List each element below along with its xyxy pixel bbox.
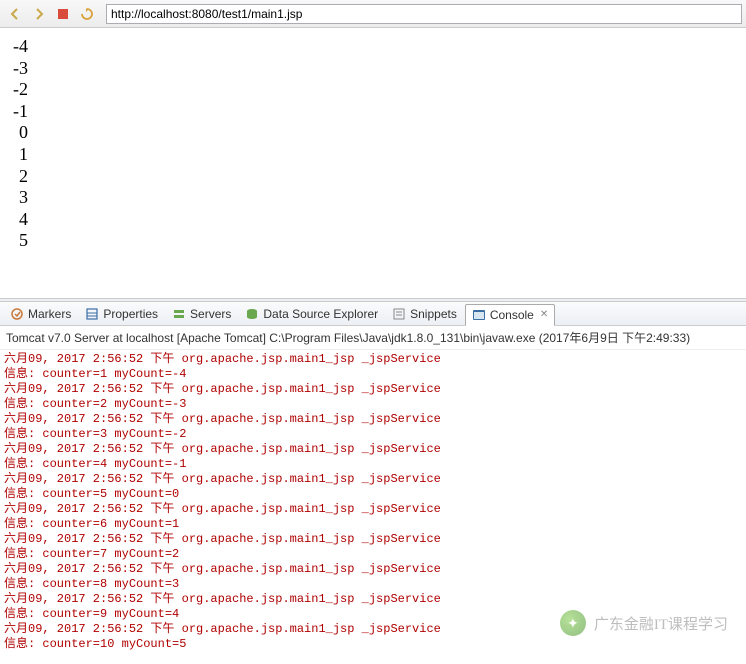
- output-line: 2: [10, 166, 28, 188]
- output-line: 0: [10, 122, 28, 144]
- console-line: 信息: counter=10 myCount=5: [4, 637, 186, 651]
- console-line: 信息: counter=1 myCount=-4: [4, 367, 186, 381]
- stop-button[interactable]: [52, 3, 74, 25]
- page-content: -4 -3 -2 -1 0 1 2 3 4 5: [0, 28, 746, 298]
- console-output[interactable]: 六月09, 2017 2:56:52 下午 org.apache.jsp.mai…: [0, 350, 746, 654]
- output-line: 3: [10, 187, 28, 209]
- tab-servers[interactable]: Servers: [166, 303, 237, 325]
- tab-properties[interactable]: Properties: [79, 303, 164, 325]
- console-line: 六月09, 2017 2:56:52 下午 org.apache.jsp.mai…: [4, 502, 441, 516]
- console-line: 六月09, 2017 2:56:52 下午 org.apache.jsp.mai…: [4, 412, 441, 426]
- watermark: ✦ 广东金融IT课程学习: [560, 610, 728, 636]
- servers-icon: [172, 307, 186, 321]
- console-line: 六月09, 2017 2:56:52 下午 org.apache.jsp.mai…: [4, 532, 441, 546]
- output-line: 5: [10, 230, 28, 252]
- console-line: 信息: counter=2 myCount=-3: [4, 397, 186, 411]
- tab-label: Console: [490, 308, 534, 322]
- output-line: -2: [10, 79, 28, 101]
- url-input[interactable]: [106, 4, 742, 24]
- url-field: [106, 4, 742, 24]
- output-line: -4: [10, 36, 28, 58]
- console-line: 信息: counter=3 myCount=-2: [4, 427, 186, 441]
- output-line: -1: [10, 101, 28, 123]
- output-line: -3: [10, 58, 28, 80]
- tab-label: Properties: [103, 307, 158, 321]
- console-line: 六月09, 2017 2:56:52 下午 org.apache.jsp.mai…: [4, 562, 441, 576]
- refresh-icon: [80, 7, 94, 21]
- console-line: 信息: counter=7 myCount=2: [4, 547, 179, 561]
- console-line: 信息: counter=4 myCount=-1: [4, 457, 186, 471]
- tab-markers[interactable]: Markers: [4, 303, 77, 325]
- stop-icon: [57, 8, 69, 20]
- console-line: 六月09, 2017 2:56:52 下午 org.apache.jsp.mai…: [4, 352, 441, 366]
- tab-snippets[interactable]: Snippets: [386, 303, 463, 325]
- tab-data-source[interactable]: Data Source Explorer: [239, 303, 384, 325]
- tab-label: Servers: [190, 307, 231, 321]
- output-line: 1: [10, 144, 28, 166]
- tab-label: Data Source Explorer: [263, 307, 378, 321]
- console-line: 六月09, 2017 2:56:52 下午 org.apache.jsp.mai…: [4, 442, 441, 456]
- snippets-icon: [392, 307, 406, 321]
- console-line: 信息: counter=6 myCount=1: [4, 517, 179, 531]
- arrow-left-icon: [8, 7, 22, 21]
- wechat-icon: ✦: [560, 610, 586, 636]
- browser-toolbar: [0, 0, 746, 28]
- forward-button[interactable]: [28, 3, 50, 25]
- tab-label: Snippets: [410, 307, 457, 321]
- markers-icon: [10, 307, 24, 321]
- refresh-button[interactable]: [76, 3, 98, 25]
- console-line: 信息: counter=5 myCount=0: [4, 487, 179, 501]
- console-title: Tomcat v7.0 Server at localhost [Apache …: [0, 326, 746, 350]
- arrow-right-icon: [32, 7, 46, 21]
- console-line: 六月09, 2017 2:56:52 下午 org.apache.jsp.mai…: [4, 622, 441, 636]
- console-line: 信息: counter=8 myCount=3: [4, 577, 179, 591]
- tab-label: Markers: [28, 307, 71, 321]
- views-tabstrip: Markers Properties Servers Data Source E…: [0, 302, 746, 326]
- console-icon: [472, 308, 486, 322]
- console-line: 六月09, 2017 2:56:52 下午 org.apache.jsp.mai…: [4, 592, 441, 606]
- properties-icon: [85, 307, 99, 321]
- console-line: 六月09, 2017 2:56:52 下午 org.apache.jsp.mai…: [4, 472, 441, 486]
- watermark-text: 广东金融IT课程学习: [594, 613, 728, 634]
- back-button[interactable]: [4, 3, 26, 25]
- close-icon[interactable]: ✕: [540, 309, 548, 320]
- output-line: 4: [10, 209, 28, 231]
- console-line: 信息: counter=9 myCount=4: [4, 607, 179, 621]
- tab-console[interactable]: Console ✕: [465, 304, 555, 326]
- database-icon: [245, 307, 259, 321]
- console-line: 六月09, 2017 2:56:52 下午 org.apache.jsp.mai…: [4, 382, 441, 396]
